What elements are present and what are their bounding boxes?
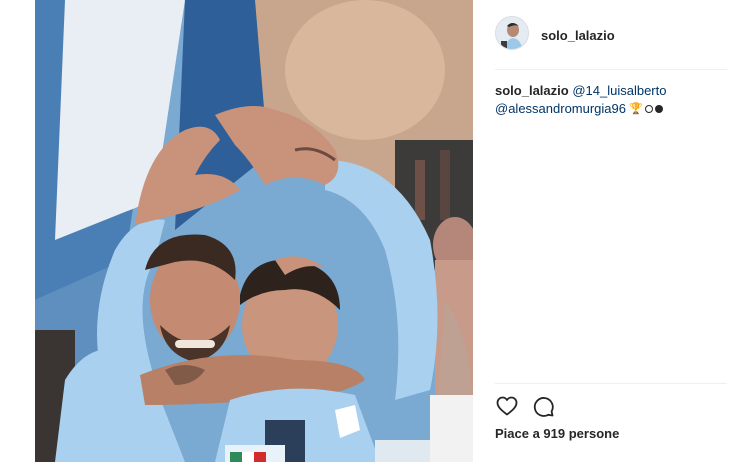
likes-count[interactable]: Piace a 919 persone [495,426,619,441]
header-username-link[interactable]: solo_lalazio [541,28,615,43]
photo-illustration [35,0,473,462]
post-photo[interactable] [35,0,473,462]
avatar[interactable] [495,16,529,50]
white-circle-icon [644,105,653,113]
heart-outline-icon [496,396,518,416]
mention-luisalberto-link[interactable]: @14_luisalberto [572,83,666,98]
like-button[interactable] [495,394,519,418]
post-actions: Piace a 919 persone [495,383,727,462]
speech-bubble-icon [533,397,554,417]
mention-alessandromurgia-link[interactable]: @alessandromurgia96 [495,101,626,116]
black-circle-icon [654,105,663,113]
trophy-icon: 🏆 [629,103,643,115]
caption-username-link[interactable]: solo_lalazio [495,83,569,98]
comment-button[interactable] [531,394,555,418]
post-sidebar: solo_lalazio solo_lalazio @14_luisalbert… [473,0,738,462]
post-header: solo_lalazio [495,0,727,70]
avatar-image [496,17,528,49]
post-caption: solo_lalazio @14_luisalberto @alessandro… [495,82,727,118]
instagram-post: solo_lalazio solo_lalazio @14_luisalbert… [0,0,738,462]
